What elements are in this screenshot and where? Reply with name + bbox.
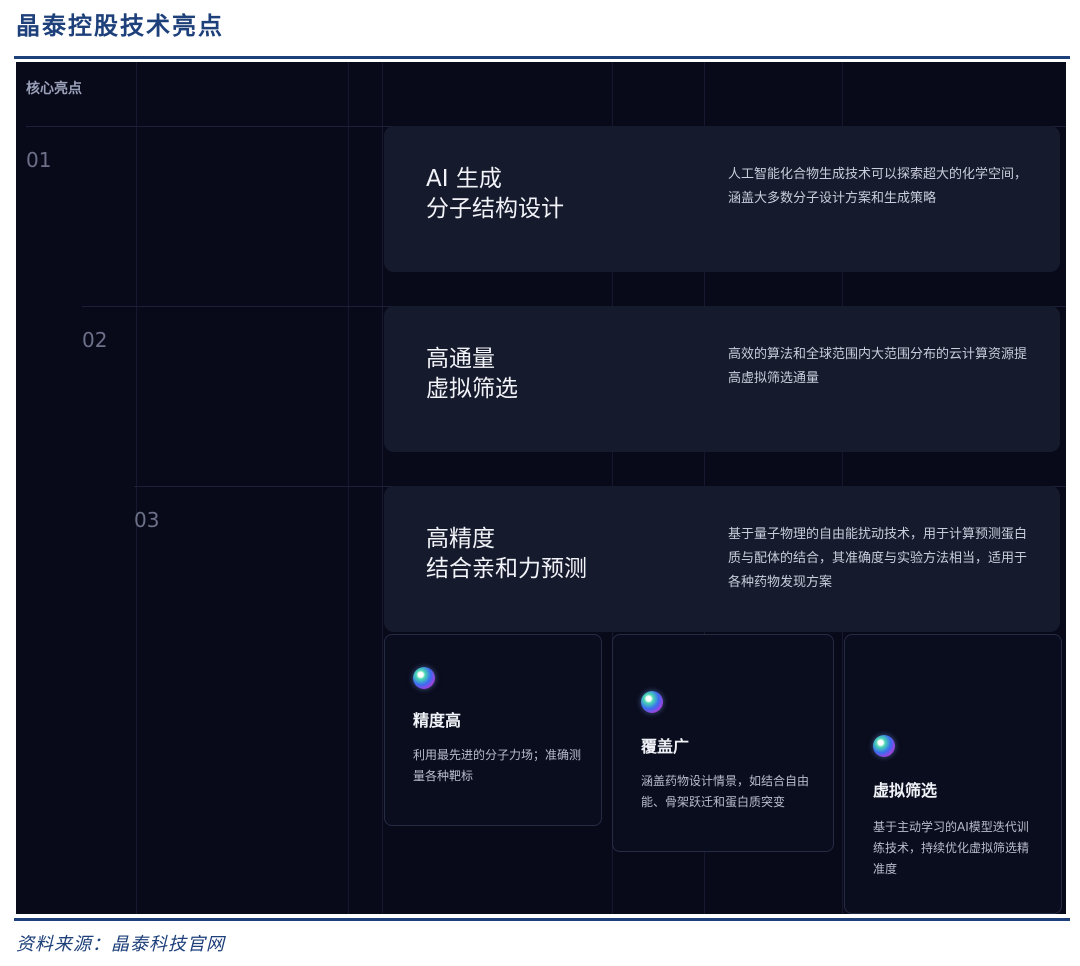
- feature-title: 覆盖广: [641, 737, 690, 756]
- highlight-number: 01: [26, 148, 52, 172]
- highlight-title: 高通量 虚拟筛选: [426, 346, 518, 402]
- top-divider: [14, 56, 1070, 59]
- highlight-description: 高效的算法和全球范围内大范围分布的云计算资源提高虚拟筛选通量: [728, 347, 1028, 386]
- feature-card-wide-coverage: 覆盖广 涵盖药物设计情景，如结合自由能、骨架跃迁和蛋白质突变: [612, 634, 834, 852]
- feature-title: 精度高: [413, 711, 462, 730]
- feature-description: 利用最先进的分子力场；准确测量各种靶标: [413, 748, 582, 783]
- highlight-description: 人工智能化合物生成技术可以探索超大的化学空间，涵盖大多数分子设计方案和生成策略: [728, 167, 1028, 206]
- highlight-title: 高精度 结合亲和力预测: [426, 526, 587, 582]
- feature-card-high-precision: 精度高 利用最先进的分子力场；准确测量各种靶标: [384, 634, 602, 826]
- document-title: 晶泰控股技术亮点: [16, 11, 224, 40]
- grid-line: [348, 62, 349, 914]
- highlight-description: 基于量子物理的自由能扰动技术，用于计算预测蛋白质与配体的结合，其准确度与实验方法…: [728, 527, 1028, 590]
- highlight-card-virtual-screening: 高通量 虚拟筛选 高效的算法和全球范围内大范围分布的云计算资源提高虚拟筛选通量: [384, 306, 1060, 452]
- feature-description: 涵盖药物设计情景，如结合自由能、骨架跃迁和蛋白质突变: [641, 774, 810, 809]
- highlight-card-ai-generation: AI 生成 分子结构设计 人工智能化合物生成技术可以探索超大的化学空间，涵盖大多…: [384, 126, 1060, 272]
- highlight-title: AI 生成 分子结构设计: [426, 166, 564, 222]
- molecule-icon: [413, 667, 435, 689]
- highlight-number: 03: [134, 508, 160, 532]
- highlight-number: 02: [82, 328, 108, 352]
- feature-description: 基于主动学习的AI模型迭代训练技术，持续优化虚拟筛选精准度: [873, 820, 1030, 876]
- core-highlights-label: 核心亮点: [26, 81, 82, 97]
- molecule-icon: [873, 735, 895, 757]
- molecule-icon: [641, 691, 663, 713]
- bottom-divider: [14, 918, 1070, 921]
- feature-title: 虚拟筛选: [873, 781, 938, 800]
- source-note: 资料来源：晶泰科技官网: [16, 934, 225, 955]
- highlights-panel: 核心亮点 01 02 03 AI 生成 分子结构设计 人工智能化合物生成技术可以…: [16, 62, 1066, 914]
- grid-line: [382, 62, 383, 914]
- grid-line: [136, 62, 137, 914]
- feature-card-virtual-screening: 虚拟筛选 基于主动学习的AI模型迭代训练技术，持续优化虚拟筛选精准度: [844, 634, 1062, 914]
- highlight-card-affinity-prediction: 高精度 结合亲和力预测 基于量子物理的自由能扰动技术，用于计算预测蛋白质与配体的…: [384, 486, 1060, 632]
